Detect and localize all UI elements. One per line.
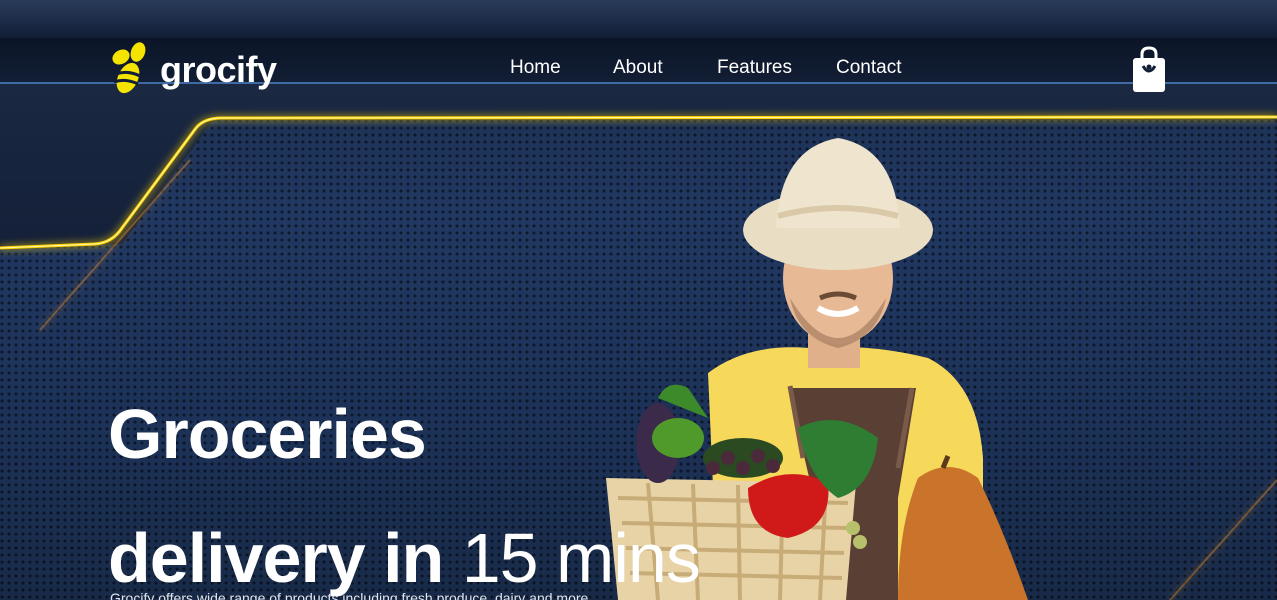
hero-title-line-1: Groceries bbox=[108, 395, 427, 473]
light-streak bbox=[39, 159, 191, 331]
hero-title: Groceries delivery in 15 mins bbox=[108, 372, 701, 600]
hero-subtitle: Grocify offers wide range of products in… bbox=[110, 590, 589, 600]
nav-contact[interactable]: Contact bbox=[836, 57, 901, 79]
shopping-bag-icon[interactable] bbox=[1131, 46, 1167, 92]
page: grocify Home About Features Contact Groc… bbox=[0, 0, 1277, 600]
main-nav: Home About Features Contact bbox=[0, 57, 1277, 81]
hero-title-bold: delivery in bbox=[108, 519, 444, 597]
nav-home[interactable]: Home bbox=[510, 57, 561, 79]
hero-title-line-2: delivery in 15 mins bbox=[108, 496, 701, 600]
light-streak bbox=[1169, 479, 1277, 600]
top-band bbox=[0, 0, 1277, 40]
nav-features[interactable]: Features bbox=[717, 57, 792, 79]
nav-about[interactable]: About bbox=[613, 57, 663, 79]
hero-title-highlight: 15 mins bbox=[461, 519, 701, 597]
